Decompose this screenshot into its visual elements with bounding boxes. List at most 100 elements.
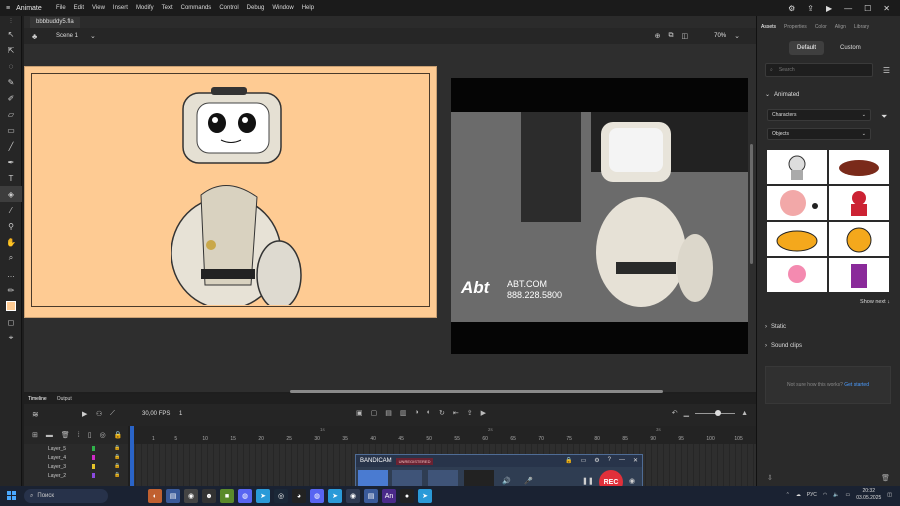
animate-icon[interactable]: An	[382, 489, 396, 503]
delete-layer-icon[interactable]: 🗑	[61, 431, 70, 439]
more-tools-icon[interactable]: …	[0, 266, 22, 282]
snap-icon[interactable]: ⌖	[0, 330, 22, 346]
start-button[interactable]	[0, 491, 24, 501]
asset-thumbnail[interactable]	[829, 150, 889, 184]
highlight-icon[interactable]: ⁞	[78, 432, 80, 439]
asset-thumbnail[interactable]	[767, 150, 827, 184]
zoom-out-icon[interactable]: ▁	[684, 409, 689, 417]
paint-bucket-icon[interactable]: ◈	[0, 186, 22, 202]
insert-frame-icon[interactable]: ▥	[400, 409, 407, 417]
microphone-icon[interactable]: 🎤	[524, 477, 533, 485]
zoom-value[interactable]: 70%	[696, 33, 726, 39]
center-stage-icon[interactable]: ⊕	[655, 32, 661, 40]
edit-symbol-icon[interactable]: ◫	[682, 32, 689, 40]
tab-properties[interactable]: Properties	[784, 24, 807, 32]
object-drawing-icon[interactable]: ◻	[0, 314, 22, 330]
layer-lock-icon[interactable]: 🔒	[114, 463, 120, 469]
clip-stage-icon[interactable]: ⧉	[669, 32, 674, 40]
widget-icon[interactable]: ◐	[148, 489, 162, 503]
layer-row[interactable]: Layer_4 🔒	[24, 453, 128, 462]
lock-icon[interactable]: 🔒	[114, 431, 123, 439]
telegram-icon[interactable]: ➤	[256, 489, 270, 503]
language-indicator[interactable]: РУС	[807, 492, 817, 498]
steam-icon[interactable]: ◎	[274, 489, 288, 503]
custom-segment[interactable]: Custom	[832, 41, 869, 55]
default-segment[interactable]: Default	[789, 41, 825, 55]
chevron-down-icon[interactable]: ⌄	[734, 32, 740, 40]
rectangle-tool-icon[interactable]: ▭	[0, 122, 22, 138]
stroke-color-icon[interactable]: ✏	[0, 282, 22, 298]
chrome-icon[interactable]: ◉	[346, 489, 360, 503]
assets-search-input[interactable]: ⌕ Search	[765, 63, 873, 77]
brush-tool-icon[interactable]: ✎	[0, 74, 22, 90]
layers-icon[interactable]: ≋	[32, 410, 39, 419]
timeline-zoom-slider[interactable]	[695, 409, 736, 416]
share-icon[interactable]: ⇪	[807, 4, 814, 13]
horizontal-scrollbar[interactable]	[290, 390, 663, 393]
vertical-scrollbar[interactable]	[750, 144, 753, 264]
tab-color[interactable]: Color	[815, 24, 827, 32]
discord-icon[interactable]: ◍	[238, 489, 252, 503]
play-button-icon[interactable]: ▶	[481, 409, 486, 417]
paint-brush-icon[interactable]: ✐	[0, 90, 22, 106]
frame-icon[interactable]: ▤	[385, 409, 392, 417]
layer-row[interactable]: Layer_3 🔒	[24, 462, 128, 471]
tab-library[interactable]: Library	[854, 24, 869, 32]
pen-tool-icon[interactable]: ✒	[0, 154, 22, 170]
keyframe-icon[interactable]: ▣	[356, 409, 363, 417]
new-layer-icon[interactable]: ⊞	[32, 431, 38, 439]
minimize-button[interactable]: —	[619, 457, 625, 464]
document-tab[interactable]: bbbbuddy5.fla	[30, 17, 80, 28]
import-icon[interactable]: ⇩	[767, 474, 773, 482]
line-tool-icon[interactable]: ╱	[0, 138, 22, 154]
tab-timeline[interactable]: Timeline	[28, 396, 47, 402]
cloud-icon[interactable]: ☁	[796, 492, 801, 498]
loop-icon[interactable]: ↻	[439, 409, 445, 417]
layer-color-swatch[interactable]	[92, 446, 95, 451]
asset-thumbnail[interactable]	[829, 186, 889, 220]
minimize-button[interactable]: —	[844, 4, 852, 13]
menu-window[interactable]: Window	[268, 5, 297, 11]
pause-icon[interactable]: ❚❚	[582, 477, 594, 485]
menu-text[interactable]: Text	[158, 5, 177, 11]
tween-icon[interactable]: ◑	[415, 409, 419, 417]
stage-canvas[interactable]	[24, 66, 437, 318]
menu-control[interactable]: Control	[215, 5, 242, 11]
menu-view[interactable]: View	[88, 5, 109, 11]
list-view-icon[interactable]: ☰	[883, 66, 890, 75]
fps-value[interactable]: 30,00 FPS	[142, 411, 170, 417]
blank-keyframe-icon[interactable]: ▢	[371, 409, 378, 417]
notifications-icon[interactable]: ◫	[887, 492, 892, 498]
objects-dropdown[interactable]: Objects ⌄	[767, 128, 871, 140]
section-animated[interactable]: ⌄ Animated	[765, 91, 799, 99]
chevron-up-icon[interactable]: ⌃	[786, 492, 790, 498]
fill-color-swatch[interactable]	[0, 298, 22, 314]
subselection-tool-icon[interactable]: ⇱	[0, 42, 22, 58]
scene-name[interactable]: Scene 1	[56, 33, 78, 39]
eraser-tool-icon[interactable]: ▱	[0, 106, 22, 122]
menu-commands[interactable]: Commands	[177, 5, 216, 11]
tab-align[interactable]: Align	[835, 24, 846, 32]
menu-file[interactable]: File	[52, 5, 70, 11]
lasso-tool-icon[interactable]: ◌	[0, 58, 22, 74]
layer-color-swatch[interactable]	[92, 473, 95, 478]
toolbar-grip-icon[interactable]: ⋮	[0, 16, 22, 26]
camera-icon[interactable]: ◉	[629, 477, 635, 485]
app-icon[interactable]: ◉	[184, 489, 198, 503]
folder-icon[interactable]: ▭	[581, 457, 587, 464]
layer-row[interactable]: Layer_5 🔒	[24, 444, 128, 453]
taskbar-search[interactable]: ⌕ Поиск	[24, 489, 108, 503]
chevron-down-icon[interactable]: ⌄	[90, 32, 96, 40]
asset-thumbnail[interactable]	[829, 258, 889, 292]
workspace-icon[interactable]: ⚙	[788, 4, 795, 13]
layer-color-swatch[interactable]	[92, 464, 95, 469]
robot-character[interactable]	[171, 85, 331, 305]
undo-icon[interactable]: ↶	[672, 409, 678, 417]
show-next-link[interactable]: Show next ↓	[860, 299, 890, 305]
file-explorer-icon[interactable]: ▤	[166, 489, 180, 503]
menu-help[interactable]: Help	[298, 5, 318, 11]
menu-insert[interactable]: Insert	[109, 5, 132, 11]
selection-tool-icon[interactable]: ↖	[0, 26, 22, 42]
menu-edit[interactable]: Edit	[70, 5, 88, 11]
layer-lock-icon[interactable]: 🔒	[114, 445, 120, 451]
